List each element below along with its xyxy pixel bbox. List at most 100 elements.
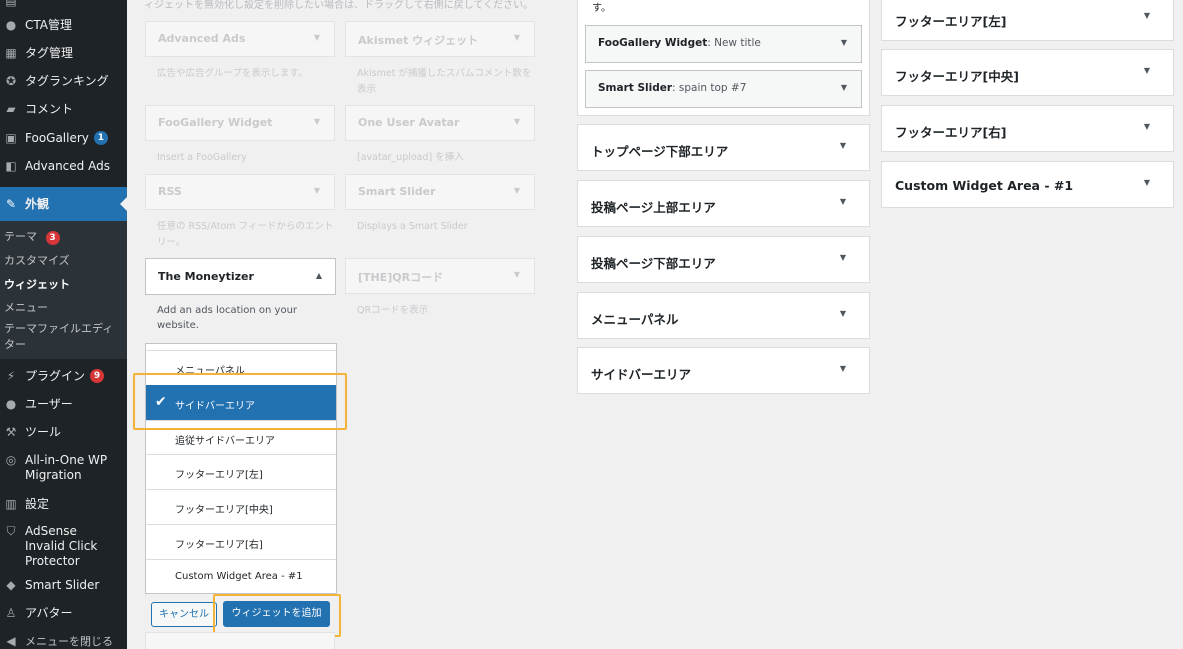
user-icon: ● bbox=[5, 397, 17, 411]
widget-area-top-page-bottom[interactable]: トップページ下部エリア ▼ bbox=[577, 124, 870, 171]
sidebar-item-tag-ranking[interactable]: ✪ タグランキング bbox=[0, 72, 127, 90]
area-description: す。 bbox=[592, 3, 611, 14]
award-icon: ✪ bbox=[5, 74, 17, 88]
sidebar-item-avatar[interactable]: ♙ アバター bbox=[0, 604, 127, 622]
widget-area-sidebar[interactable]: サイドバーエリア ▼ bbox=[577, 347, 870, 394]
widget-area-post-bottom[interactable]: 投稿ページ下部エリア ▼ bbox=[577, 236, 870, 283]
chevron-down-icon: ▼ bbox=[313, 33, 320, 42]
sidebar-item-appearance[interactable]: ✎ 外観 bbox=[0, 187, 127, 221]
widget-area-footer-left[interactable]: フッターエリア[左] ▼ bbox=[881, 0, 1174, 41]
gallery-icon: ▣ bbox=[5, 131, 17, 145]
highlight-box bbox=[213, 594, 341, 637]
update-badge: 1 bbox=[93, 131, 108, 145]
chevron-down-icon[interactable]: ▼ bbox=[840, 364, 846, 373]
current-menu-arrow bbox=[120, 197, 127, 211]
sidebar-item-adsense-protector[interactable]: ⛉ AdSense Invalid Click Protector bbox=[0, 523, 127, 569]
sidebar-item-users[interactable]: ● ユーザー bbox=[0, 395, 127, 413]
widget-one-user-avatar[interactable]: One User Avatar ▼ bbox=[345, 105, 535, 141]
widget-advanced-ads[interactable]: Advanced Ads ▼ bbox=[145, 21, 335, 57]
chevron-down-icon[interactable]: ▼ bbox=[840, 253, 846, 262]
widget-area-custom-1[interactable]: Custom Widget Area - #1 ▼ bbox=[881, 161, 1174, 208]
submenu-item-customize[interactable]: カスタマイズ bbox=[4, 252, 70, 268]
chevron-down-icon: ▼ bbox=[313, 117, 320, 126]
chevron-down-icon[interactable]: ▼ bbox=[1144, 122, 1150, 131]
widget-foogallery[interactable]: FooGallery Widget ▼ bbox=[145, 105, 335, 141]
highlight-box bbox=[133, 373, 347, 430]
chooser-option[interactable]: フッターエリア[中央] bbox=[146, 489, 336, 524]
placed-widget-foogallery[interactable]: FooGallery Widget: New title ▼ bbox=[585, 25, 862, 63]
sidebar-item-top-partial[interactable]: ▤ ​ bbox=[0, 0, 127, 8]
submenu-item-widgets[interactable]: ウィジェット bbox=[4, 276, 70, 292]
widget-area-footer-right[interactable]: フッターエリア[右] ▼ bbox=[881, 105, 1174, 152]
widget-description: 任意の RSS/Atom フィードからのエントリー。 bbox=[157, 221, 334, 248]
sidebar-item-smart-slider[interactable]: ◆ Smart Slider bbox=[0, 576, 127, 594]
sidebar-item-collapse[interactable]: ◀ メニューを閉じる bbox=[0, 632, 127, 649]
chevron-down-icon[interactable]: ▼ bbox=[1144, 11, 1150, 20]
widget-partial[interactable] bbox=[145, 632, 335, 649]
submenu-item-theme-editor[interactable]: テーマファイルエディター bbox=[4, 321, 122, 353]
sidebar-item-advanced-ads[interactable]: ◧ Advanced Ads bbox=[0, 157, 127, 175]
sidebar-item-comments[interactable]: ▰ コメント bbox=[0, 100, 127, 118]
widget-description: Akismet が捕獲したスパムコメント数を表示 bbox=[357, 68, 532, 95]
sidebar-item-tags[interactable]: ▦ タグ管理 bbox=[0, 44, 127, 62]
chevron-down-icon: ▼ bbox=[513, 117, 520, 126]
chooser-option[interactable]: Custom Widget Area - #1 bbox=[146, 559, 336, 593]
widget-the-qrcode[interactable]: [THE]QRコード ▼ bbox=[345, 258, 535, 294]
widget-description: Displays a Smart Slider bbox=[357, 221, 468, 232]
slider-icon: ◆ bbox=[6, 578, 16, 592]
widget-smart-slider[interactable]: Smart Slider ▼ bbox=[345, 174, 535, 210]
admin-sidebar: ▤ ​ ● CTA管理 ▦ タグ管理 ✪ タグランキング ▰ コメント ▣ Fo… bbox=[0, 0, 127, 649]
update-badge: 9 bbox=[90, 369, 105, 383]
plugin-icon: ⚡ bbox=[6, 369, 16, 383]
widget-description: [avatar_upload] を挿入 bbox=[357, 152, 464, 163]
sidebar-item-tools[interactable]: ⚒ ツール bbox=[0, 423, 127, 441]
widget-area-post-top[interactable]: 投稿ページ上部エリア ▼ bbox=[577, 180, 870, 227]
chooser-option[interactable]: フッターエリア[左] bbox=[146, 454, 336, 489]
settings-icon: ▥ bbox=[5, 497, 17, 511]
widget-area-footer-center[interactable]: フッターエリア[中央] ▼ bbox=[881, 49, 1174, 96]
wrench-icon: ⚒ bbox=[5, 425, 17, 439]
widget-description: Insert a FooGallery bbox=[157, 152, 247, 163]
posts-icon: ▤ bbox=[5, 0, 17, 8]
chevron-down-icon[interactable]: ▼ bbox=[1144, 178, 1150, 187]
brush-icon: ✎ bbox=[5, 197, 17, 211]
placed-widget-smart-slider[interactable]: Smart Slider: spain top #7 ▼ bbox=[585, 70, 862, 108]
widget-area-top: す。 FooGallery Widget: New title ▼ Smart … bbox=[577, 0, 870, 116]
widget-description: Add an ads location on your website. bbox=[157, 305, 298, 331]
avatar-icon: ♙ bbox=[5, 606, 17, 620]
table-icon: ▦ bbox=[5, 46, 17, 60]
submenu-item-themes[interactable]: テーマ 3 bbox=[4, 228, 60, 245]
widget-rss[interactable]: RSS ▼ bbox=[145, 174, 335, 210]
sidebar-item-migration[interactable]: ◎ All-in-One WP Migration bbox=[0, 453, 127, 485]
chevron-down-icon[interactable]: ▼ bbox=[840, 141, 846, 150]
chevron-down-icon[interactable]: ▼ bbox=[840, 197, 846, 206]
chevron-down-icon[interactable]: ▼ bbox=[840, 309, 846, 318]
cancel-button[interactable]: キャンセル bbox=[151, 602, 217, 627]
chevron-down-icon[interactable]: ▼ bbox=[1144, 66, 1150, 75]
shield-icon: ⛉ bbox=[6, 523, 16, 538]
update-badge: 3 bbox=[45, 231, 60, 245]
widget-description: QRコードを表示 bbox=[357, 305, 429, 316]
widget-moneytizer[interactable]: The Moneytizer ▲ bbox=[145, 258, 336, 295]
migration-icon: ◎ bbox=[5, 453, 17, 467]
chevron-down-icon[interactable]: ▼ bbox=[841, 83, 847, 92]
widget-akismet[interactable]: Akismet ウィジェット ▼ bbox=[345, 21, 535, 57]
available-widgets-intro: ィジェットを無効化し設定を削除したい場合は、ドラッグして右側に戻してください。 bbox=[144, 0, 534, 11]
chevron-down-icon[interactable]: ▼ bbox=[841, 38, 847, 47]
sidebar-item-plugins[interactable]: ⚡ プラグイン 9 bbox=[0, 367, 127, 385]
appearance-submenu: テーマ 3 カスタマイズ ウィジェット メニュー テーマファイルエディター bbox=[0, 221, 127, 359]
lightbulb-icon: ● bbox=[5, 18, 17, 32]
collapse-icon: ◀ bbox=[6, 634, 16, 648]
widget-area-menu-panel[interactable]: メニューパネル ▼ bbox=[577, 292, 870, 339]
chevron-down-icon: ▼ bbox=[513, 186, 520, 195]
sidebar-item-settings[interactable]: ▥ 設定 bbox=[0, 495, 127, 513]
chevron-down-icon: ▼ bbox=[513, 270, 520, 279]
comment-icon: ▰ bbox=[6, 102, 16, 116]
sidebar-item-cta[interactable]: ● CTA管理 bbox=[0, 16, 127, 34]
widget-description: 広告や広告グループを表示します。 bbox=[157, 68, 308, 79]
chevron-up-icon[interactable]: ▲ bbox=[316, 271, 322, 280]
chooser-option[interactable]: フッターエリア[右] bbox=[146, 524, 336, 559]
submenu-item-menus[interactable]: メニュー bbox=[4, 299, 48, 315]
sidebar-item-foogallery[interactable]: ▣ FooGallery 1 bbox=[0, 129, 127, 147]
ads-icon: ◧ bbox=[5, 159, 17, 173]
